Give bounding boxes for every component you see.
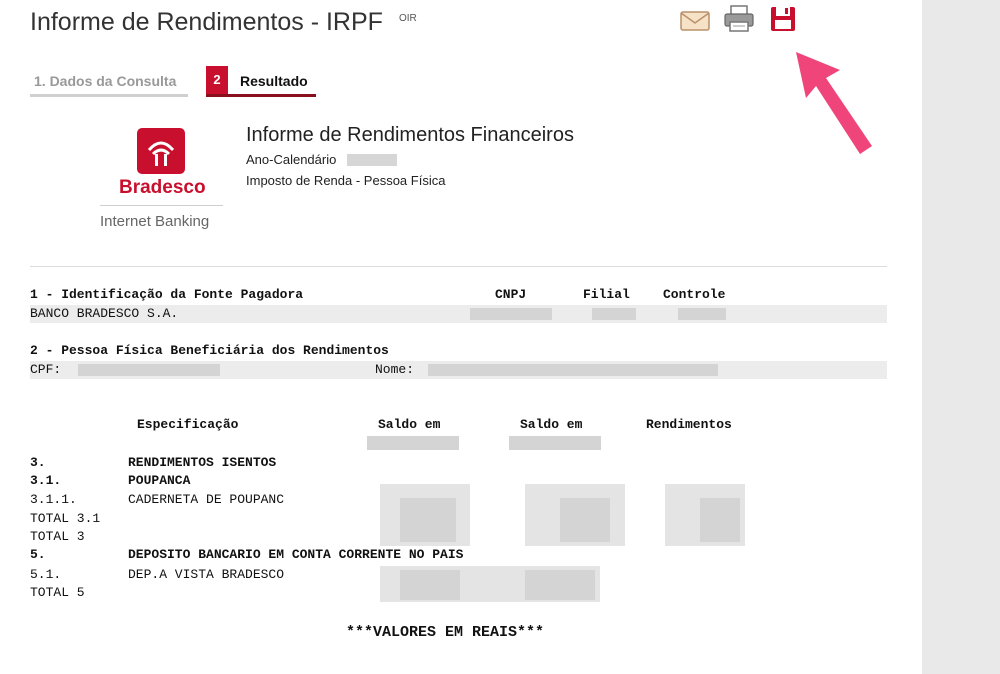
header-rendimentos: Rendimentos <box>646 417 732 432</box>
print-icon[interactable] <box>722 4 756 34</box>
section1-heading: 1 - Identificação da Fonte Pagadora <box>30 287 304 302</box>
section-divider <box>30 266 887 267</box>
payer-name: BANCO BRADESCO S.A. <box>30 306 179 321</box>
logo-name: Bradesco <box>119 177 206 198</box>
values-footer: ***VALORES EM REAIS*** <box>346 624 545 641</box>
report-title: Informe de Rendimentos Financeiros <box>246 124 574 146</box>
row-code: TOTAL 3.1 <box>30 511 101 526</box>
pointer-arrow-icon <box>796 52 872 154</box>
email-icon[interactable] <box>678 4 712 34</box>
redacted-controle <box>678 308 726 320</box>
report-subtitle: Imposto de Renda - Pessoa Física <box>246 173 446 188</box>
row-code: TOTAL 3 <box>30 529 85 544</box>
logo-subtitle: Internet Banking <box>100 213 210 230</box>
progress-steps: 1. Dados da Consulta 2 Resultado <box>30 66 320 100</box>
cnpj-label: CNPJ <box>495 287 527 302</box>
controle-label: Controle <box>663 287 726 302</box>
bradesco-logo-icon <box>137 128 185 174</box>
year-label: Ano-Calendário <box>246 152 337 167</box>
redacted-year <box>347 154 397 166</box>
redacted-date-2 <box>509 436 601 450</box>
logo-divider <box>100 205 223 206</box>
row-desc: RENDIMENTOS ISENTOS <box>128 455 277 470</box>
header-especificacao: Especificação <box>137 417 239 432</box>
step-label: Resultado <box>240 73 308 89</box>
redacted-cpf <box>78 364 220 376</box>
redacted-values-col2-inner <box>560 498 610 542</box>
row-code: TOTAL 5 <box>30 585 85 600</box>
page-title: Informe de Rendimentos - IRPF <box>30 8 383 36</box>
redacted-nome <box>428 364 718 376</box>
step-number: 2 <box>206 66 228 94</box>
header-saldo-1: Saldo em <box>378 417 441 432</box>
header-saldo-2: Saldo em <box>520 417 583 432</box>
row-desc: DEPOSITO BANCARIO EM CONTA CORRENTE NO P… <box>128 547 464 562</box>
redacted-value-5-2 <box>525 570 595 600</box>
row-code: 3.1.1. <box>30 492 77 507</box>
nome-label: Nome: <box>375 362 415 377</box>
step-label: 1. Dados da Consulta <box>34 73 177 89</box>
redacted-date-1 <box>367 436 459 450</box>
row-code: 5.1. <box>30 567 62 582</box>
cpf-label: CPF: <box>30 362 62 377</box>
row-code: 5. <box>30 547 46 562</box>
step-dados-consulta[interactable]: 1. Dados da Consulta <box>30 66 188 97</box>
row-desc: DEP.A VISTA BRADESCO <box>128 567 285 582</box>
redacted-cnpj <box>470 308 552 320</box>
toolbar <box>678 4 800 34</box>
row-desc: POUPANCA <box>128 473 191 488</box>
right-gutter <box>922 0 1000 674</box>
save-icon[interactable] <box>766 4 800 34</box>
redacted-values-col3-inner <box>700 498 740 542</box>
redacted-value-5-1 <box>400 570 460 600</box>
row-code: 3.1. <box>30 473 62 488</box>
row-desc: CADERNETA DE POUPANC <box>128 492 285 507</box>
step-resultado[interactable]: 2 Resultado <box>206 66 316 97</box>
section2-heading: 2 - Pessoa Física Beneficiária dos Rendi… <box>30 343 389 358</box>
row-code: 3. <box>30 455 46 470</box>
filial-label: Filial <box>583 287 630 302</box>
redacted-values-col1-inner <box>400 498 456 542</box>
oir-badge: OIR <box>399 13 417 24</box>
redacted-filial <box>592 308 636 320</box>
